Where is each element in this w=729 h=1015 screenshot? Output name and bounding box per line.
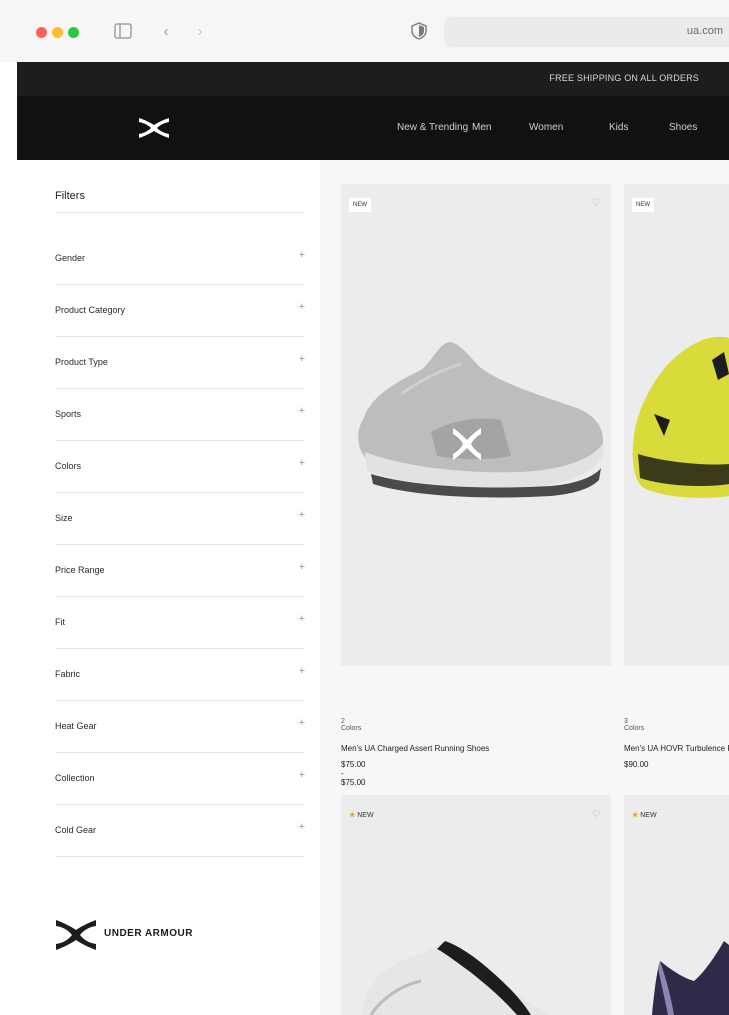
- star-badge: ★ NEW: [349, 811, 374, 819]
- plus-icon: +: [298, 717, 305, 729]
- filter-collection[interactable]: Collection +: [55, 753, 305, 805]
- filter-fit[interactable]: Fit +: [55, 597, 305, 649]
- grey-running-shoe-image: [358, 342, 603, 498]
- product-grid: NEW ♡ 2 Colors Men's UA Charged Assert R…: [320, 160, 729, 1015]
- divider: [55, 212, 305, 213]
- filter-label: Colors: [55, 461, 82, 471]
- plus-icon: +: [298, 249, 305, 261]
- product-image[interactable]: NEW: [624, 184, 729, 666]
- product-price: $75.00 - $75.00: [341, 760, 366, 787]
- under-armour-logo-icon[interactable]: [135, 116, 173, 140]
- nav-kids[interactable]: Kids: [609, 122, 628, 133]
- filter-label: Gender: [55, 253, 86, 263]
- plus-icon: +: [298, 405, 305, 417]
- filter-gender[interactable]: Gender +: [55, 233, 305, 285]
- plus-icon: +: [298, 665, 305, 677]
- plus-icon: +: [298, 353, 305, 365]
- filter-label: Price Range: [55, 565, 105, 575]
- under-armour-logo-icon: [56, 920, 96, 950]
- new-label: NEW: [640, 812, 657, 819]
- filter-sports[interactable]: Sports +: [55, 389, 305, 441]
- nav-new-trending[interactable]: New & Trending: [397, 122, 468, 133]
- product-name[interactable]: Men's UA HOVR Turbulence Running Shoes: [624, 744, 729, 753]
- plus-icon: +: [298, 821, 305, 833]
- brand-wordmark: UNDER ARMOUR: [104, 928, 193, 939]
- filter-price-range[interactable]: Price Range +: [55, 545, 305, 597]
- star-badge: ★ NEW: [632, 811, 657, 819]
- privacy-shield-icon[interactable]: [410, 22, 428, 40]
- chevron-right-icon[interactable]: ›: [192, 20, 208, 44]
- sidebar-toggle-icon[interactable]: [113, 20, 133, 44]
- yellow-running-shoe-image: [632, 336, 729, 498]
- browser-toolbar: ‹ › ua.com: [0, 0, 729, 62]
- nav-women[interactable]: Women: [529, 122, 563, 133]
- heart-icon[interactable]: ♡: [592, 809, 601, 820]
- filter-label: Cold Gear: [55, 825, 97, 835]
- nav-shoes[interactable]: Shoes: [669, 122, 697, 133]
- product-image[interactable]: ★ NEW: [624, 795, 729, 1015]
- product-price: $90.00: [624, 760, 649, 769]
- filter-label: Sports: [55, 409, 82, 419]
- plus-icon: +: [298, 509, 305, 521]
- filter-label: Product Type: [55, 357, 108, 367]
- zoom-window-button[interactable]: [68, 27, 79, 38]
- filter-sidebar: Filters Gender + Product Category + Prod…: [17, 160, 320, 1015]
- plus-icon: +: [298, 457, 305, 469]
- filters-title: Filters: [55, 190, 85, 202]
- brand-logo[interactable]: UNDER ARMOUR: [52, 915, 252, 955]
- filter-label: Fabric: [55, 669, 81, 679]
- minimize-window-button[interactable]: [52, 27, 63, 38]
- star-icon: ★: [632, 812, 639, 819]
- color-count: 2 Colors: [341, 718, 362, 732]
- new-label: NEW: [357, 812, 374, 819]
- address-text: ua.com: [686, 25, 723, 37]
- promo-text[interactable]: FREE SHIPPING ON ALL ORDERS: [549, 73, 699, 83]
- filter-colors[interactable]: Colors +: [55, 441, 305, 493]
- plus-icon: +: [298, 769, 305, 781]
- color-count: 3 Colors: [624, 718, 645, 732]
- plus-icon: +: [298, 301, 305, 313]
- filter-heat-gear[interactable]: Heat Gear +: [55, 701, 305, 753]
- filter-product-category[interactable]: Product Category +: [55, 285, 305, 337]
- address-bar[interactable]: ua.com: [444, 17, 729, 47]
- plus-icon: +: [298, 613, 305, 625]
- new-badge: NEW: [632, 198, 654, 212]
- filter-size[interactable]: Size +: [55, 493, 305, 545]
- product-image[interactable]: NEW ♡: [341, 184, 611, 666]
- site-header: New & Trending Men Women Kids Shoes: [17, 96, 729, 160]
- product-name[interactable]: Men's UA Charged Assert Running Shoes: [341, 744, 489, 753]
- new-badge: NEW: [349, 198, 371, 212]
- filter-label: Fit: [55, 617, 65, 627]
- nav-men[interactable]: Men: [472, 122, 491, 133]
- filter-cold-gear[interactable]: Cold Gear +: [55, 805, 305, 857]
- promo-banner: FREE SHIPPING ON ALL ORDERS: [17, 62, 729, 96]
- filter-fabric[interactable]: Fabric +: [55, 649, 305, 701]
- plus-icon: +: [298, 561, 305, 573]
- filter-product-type[interactable]: Product Type +: [55, 337, 305, 389]
- close-window-button[interactable]: [36, 27, 47, 38]
- filter-label: Collection: [55, 773, 95, 783]
- navy-shoe-image: [652, 941, 729, 1015]
- filter-label: Size: [55, 513, 73, 523]
- filter-label: Product Category: [55, 305, 126, 315]
- product-image[interactable]: ★ NEW ♡: [341, 795, 611, 1015]
- white-black-shoe-image: [361, 941, 551, 1015]
- heart-icon[interactable]: ♡: [592, 198, 601, 209]
- chevron-left-icon[interactable]: ‹: [158, 20, 174, 44]
- star-icon: ★: [349, 812, 356, 819]
- filter-label: Heat Gear: [55, 721, 97, 731]
